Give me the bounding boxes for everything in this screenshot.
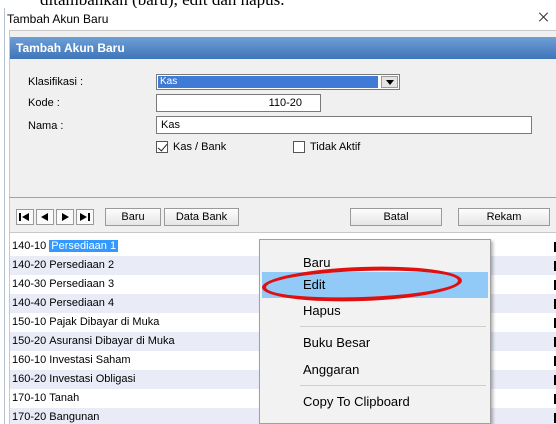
nama-label: Nama : xyxy=(28,120,64,132)
account-code: 160-10 xyxy=(12,354,47,366)
account-name: Persediaan 1 xyxy=(49,240,119,252)
account-code: 170-10 xyxy=(12,392,47,404)
form-title: Tambah Akun Baru xyxy=(16,41,125,55)
account-name: Persediaan 2 xyxy=(49,259,115,271)
kode-input[interactable]: 110-20 xyxy=(156,94,321,112)
account-name: Asuransi Dibayar di Muka xyxy=(49,335,175,347)
list-top-edge xyxy=(10,233,556,236)
account-name: Persediaan 4 xyxy=(49,297,115,309)
last-record-icon xyxy=(80,213,90,221)
menu-item-buku-besar[interactable]: Buku Besar xyxy=(262,330,488,356)
previous-icon xyxy=(41,213,48,221)
menu-divider xyxy=(300,385,486,386)
account-code: 160-20 xyxy=(12,373,47,385)
klasifikasi-select[interactable]: Kas xyxy=(156,74,400,90)
menu-divider xyxy=(300,326,486,327)
first-record-icon xyxy=(19,213,29,221)
menu-item-anggaran[interactable]: Anggaran xyxy=(262,357,488,383)
form-header: Tambah Akun Baru xyxy=(10,37,556,59)
klasifikasi-label: Klasifikasi : xyxy=(28,76,84,88)
rekam-button[interactable]: Rekam xyxy=(458,208,550,226)
tidak-aktif-checkbox[interactable] xyxy=(293,141,305,153)
account-name: Investasi Saham xyxy=(49,354,131,366)
toolbar: Baru Data Bank Batal Rekam xyxy=(9,197,556,233)
kas-bank-label: Kas / Bank xyxy=(173,141,227,153)
kas-bank-checkbox[interactable] xyxy=(156,141,168,153)
account-name: Tanah xyxy=(49,392,80,404)
klasifikasi-value: Kas xyxy=(158,76,378,88)
window-title: Tambah Akun Baru xyxy=(7,12,109,26)
account-code: 140-40 xyxy=(12,297,47,309)
document-text: ditambahkan (baru), edit dan hapus. xyxy=(0,0,556,8)
next-record-button[interactable] xyxy=(56,209,74,225)
close-icon[interactable] xyxy=(537,10,551,24)
account-name: Pajak Dibayar di Muka xyxy=(49,316,160,328)
menu-item-hapus[interactable]: Hapus xyxy=(262,298,488,324)
account-code: 150-10 xyxy=(12,316,47,328)
previous-record-button[interactable] xyxy=(36,209,54,225)
account-code: 140-30 xyxy=(12,278,47,290)
title-bar: Tambah Akun Baru xyxy=(5,8,556,30)
baru-button[interactable]: Baru xyxy=(105,208,161,226)
first-record-button[interactable] xyxy=(16,209,34,225)
menu-item-copy-to-clipboard[interactable]: Copy To Clipboard xyxy=(262,389,488,415)
account-name: Investasi Obligasi xyxy=(49,373,136,385)
kode-label: Kode : xyxy=(28,97,60,109)
account-code: 150-20 xyxy=(12,335,47,347)
last-record-button[interactable] xyxy=(76,209,94,225)
nama-input[interactable]: Kas xyxy=(156,116,532,134)
account-name: Bangunan xyxy=(49,411,100,423)
chevron-down-icon[interactable] xyxy=(381,76,398,88)
data-bank-button[interactable]: Data Bank xyxy=(164,208,239,226)
tidak-aktif-label: Tidak Aktif xyxy=(310,141,361,153)
next-icon xyxy=(62,213,69,221)
batal-button[interactable]: Batal xyxy=(350,208,442,226)
account-code: 140-10 xyxy=(12,240,47,252)
account-code: 140-20 xyxy=(12,259,47,271)
account-form: Tambah Akun Baru Klasifikasi : Kas Kode … xyxy=(9,30,556,197)
account-name: Persediaan 3 xyxy=(49,278,115,290)
account-code: 170-20 xyxy=(12,411,47,423)
